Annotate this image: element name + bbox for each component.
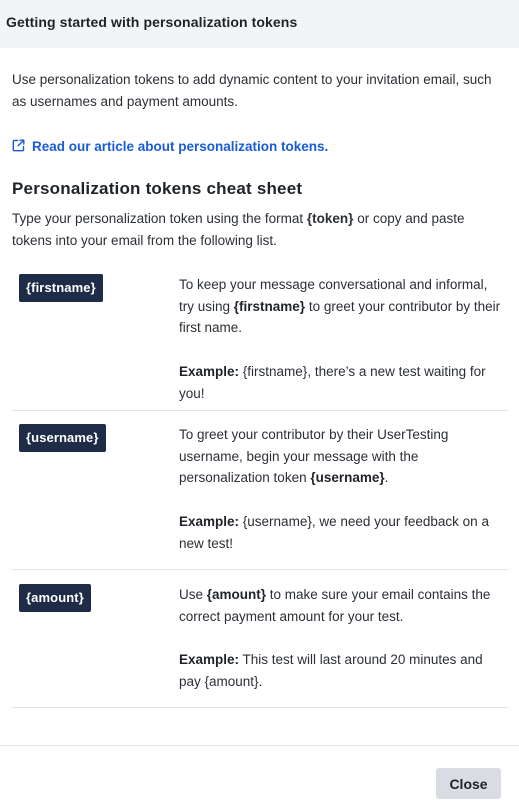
modal-body: Use personalization tokens to add dynami… (0, 69, 519, 708)
cheat-sheet-description: Type your personalization token using th… (12, 208, 508, 252)
token-badge-amount[interactable]: {amount} (19, 584, 91, 612)
token-row-amount: {amount} Use {amount} to make sure your … (12, 570, 508, 708)
token-desc-token: {amount} (206, 587, 267, 602)
modal-header: Getting started with personalization tok… (0, 0, 519, 48)
example-label: Example: (179, 652, 240, 668)
personalization-tokens-modal: Getting started with personalization tok… (0, 0, 519, 807)
token-list: {firstname} To keep your message convers… (12, 262, 508, 708)
token-desc-text: . (384, 470, 389, 486)
cheat-sheet-desc-before: Type your personalization token using th… (12, 211, 307, 226)
cheat-sheet-heading: Personalization tokens cheat sheet (12, 179, 303, 198)
token-row-firstname: {firstname} To keep your message convers… (12, 262, 508, 411)
token-desc-amount: Use {amount} to make sure your email con… (179, 584, 504, 627)
read-article-link-label: Read our article about personalization t… (32, 138, 329, 154)
token-row-username: {username} To greet your contributor by … (12, 411, 508, 570)
token-example-firstname: Example: {firstname}, there’s a new test… (179, 361, 504, 404)
close-button[interactable]: Close (436, 768, 501, 799)
token-badge-firstname[interactable]: {firstname} (19, 274, 103, 302)
example-label: Example: (179, 363, 240, 379)
read-article-link[interactable]: Read our article about personalization t… (12, 135, 508, 157)
token-row-description: Use {amount} to make sure your email con… (179, 584, 508, 707)
token-row-description: To keep your message conversational and … (179, 274, 508, 410)
footer-divider (0, 745, 519, 746)
external-link-icon (12, 139, 25, 152)
token-example-amount: Example: This test will last around 20 m… (179, 649, 504, 692)
token-desc-firstname: To keep your message conversational and … (179, 274, 504, 339)
token-row-left: {firstname} (12, 274, 179, 410)
token-row-description: To greet your contributor by their UserT… (179, 424, 508, 569)
token-desc-token: {username} (310, 470, 385, 486)
token-desc-text: Use (179, 587, 207, 602)
token-example-username: Example: {username}, we need your feedba… (179, 511, 504, 554)
token-badge-username[interactable]: {username} (19, 424, 106, 452)
token-row-left: {username} (12, 424, 179, 569)
token-desc-username: To greet your contributor by their UserT… (179, 424, 504, 489)
modal-title: Getting started with personalization tok… (6, 14, 298, 30)
example-label: Example: (179, 513, 240, 529)
intro-text: Use personalization tokens to add dynami… (12, 72, 492, 109)
token-desc-token: {firstname} (233, 298, 306, 314)
token-row-left: {amount} (12, 584, 179, 707)
cheat-sheet-desc-token: {token} (306, 211, 354, 226)
